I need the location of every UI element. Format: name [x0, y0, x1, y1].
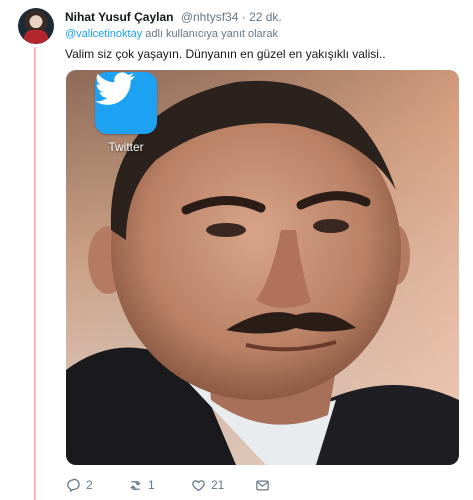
tweet-media-photo[interactable]: Twitter [66, 70, 459, 465]
tweet-header: Nihat Yusuf Çaylan @nhtysf34 · 22 dk. [65, 10, 282, 24]
like-icon [192, 479, 205, 491]
tweet: Nihat Yusuf Çaylan @nhtysf34 · 22 dk. @v… [0, 0, 473, 500]
author-handle[interactable]: @nhtysf34 [181, 10, 239, 24]
reply-icon [67, 478, 80, 492]
author-name[interactable]: Nihat Yusuf Çaylan [65, 10, 173, 24]
direct-message-button[interactable] [255, 476, 270, 494]
reply-mention-link[interactable]: @valicetinoktay [65, 28, 142, 40]
header-separator: · [241, 10, 246, 24]
retweet-button[interactable]: 1 [128, 476, 155, 494]
avatar[interactable] [18, 8, 54, 44]
like-count: 21 [211, 478, 225, 492]
reply-context-text: adlı kullanıcıya yanıt olarak [145, 28, 278, 40]
tweet-timestamp[interactable]: 22 dk. [249, 10, 282, 24]
thread-line [34, 47, 36, 500]
tweet-text: Valim siz çok yaşayın. Dünyanın en güzel… [65, 47, 386, 61]
twitter-app-badge [95, 72, 157, 134]
twitter-badge-label: Twitter [108, 140, 144, 154]
reply-context: @valicetinoktay adlı kullanıcıya yanıt o… [65, 28, 278, 40]
twitter-bird-icon [95, 72, 135, 105]
retweet-count: 1 [148, 478, 155, 492]
like-button[interactable]: 21 [191, 476, 224, 494]
retweet-icon [130, 480, 141, 490]
direct-message-icon [256, 480, 269, 490]
reply-button[interactable]: 2 [66, 476, 93, 494]
reply-count: 2 [86, 478, 93, 492]
